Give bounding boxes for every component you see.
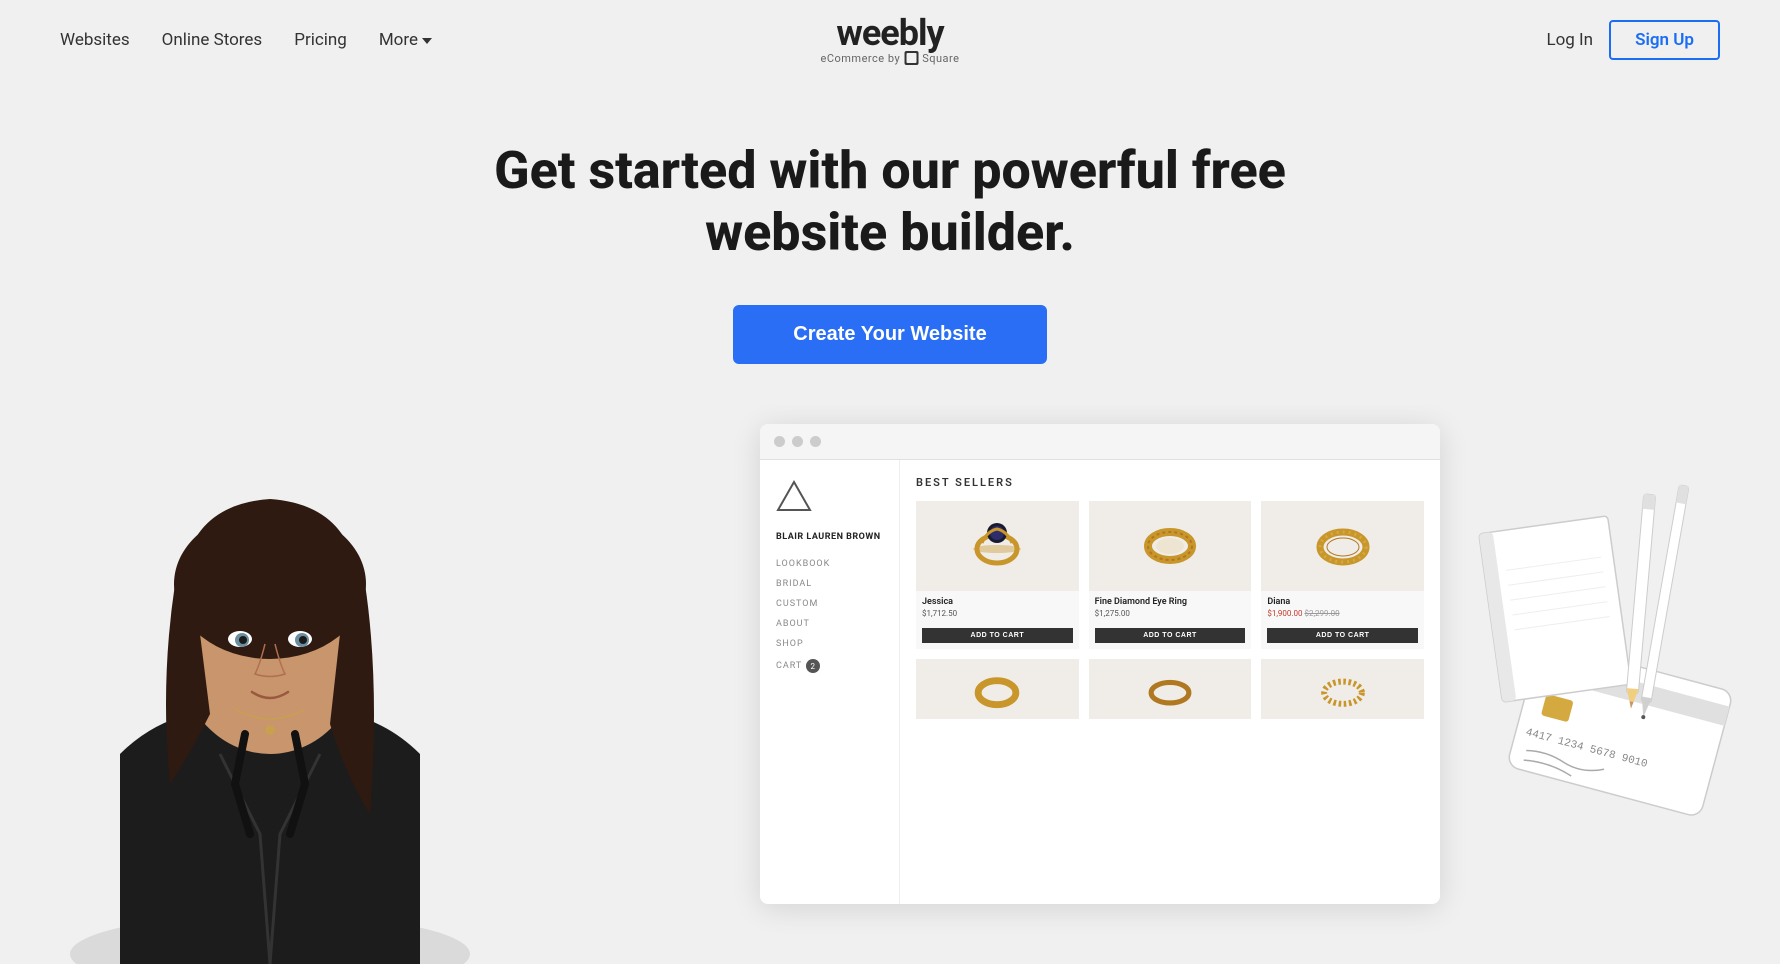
browser-mockup: BLAIR LAUREN BROWN LOOKBOOK BRIDAL CUSTO… [760,424,1440,904]
ring-band-svg [1135,511,1205,581]
store-sidebar: BLAIR LAUREN BROWN LOOKBOOK BRIDAL CUSTO… [760,460,900,904]
logo-text: weebly [821,15,960,51]
ring-row2-2-svg [1140,667,1200,710]
product-info-diana: Diana $1,900.00 $2,299.00 ADD TO CART [1261,591,1424,649]
product-image-row2-1 [916,659,1079,719]
person-svg [60,434,480,964]
nav-pricing[interactable]: Pricing [294,30,347,50]
menu-lookbook: LOOKBOOK [776,559,883,569]
product-card-row2-2 [1089,659,1252,719]
store-logo [776,480,883,516]
store-brand: BLAIR LAUREN BROWN [776,532,883,544]
product-info-fine-diamond: Fine Diamond Eye Ring $1,275.00 ADD TO C… [1089,591,1252,649]
ring-row2-3-svg [1313,667,1373,710]
product-card-fine-diamond: Fine Diamond Eye Ring $1,275.00 ADD TO C… [1089,501,1252,649]
content-area: BLAIR LAUREN BROWN LOOKBOOK BRIDAL CUSTO… [0,404,1780,964]
menu-custom: CUSTOM [776,599,883,609]
ring-diamond-band-svg [1308,511,1378,581]
products-row2 [916,659,1424,719]
nav-links: Websites Online Stores Pricing More [60,30,432,50]
person-illustration [60,434,480,964]
store-menu: LOOKBOOK BRIDAL CUSTOM ABOUT SHOP CART 2 [776,559,883,673]
browser-dot-green [810,436,821,447]
nav-auth: Log In Sign Up [1546,20,1720,60]
nav-online-stores[interactable]: Online Stores [162,30,263,50]
product-info-jessica: Jessica $1,712.50 ADD TO CART [916,591,1079,649]
deco-illustration: 4417 1234 5678 9010 [1460,484,1740,904]
square-icon [904,51,918,65]
add-to-cart-fine-diamond[interactable]: ADD TO CART [1095,628,1246,643]
chevron-down-icon [422,38,432,44]
menu-about: ABOUT [776,619,883,629]
product-price-jessica: $1,712.50 [922,609,1073,618]
store-section-title: BEST SELLERS [916,476,1424,489]
product-name-diana: Diana [1267,597,1418,607]
add-to-cart-jessica[interactable]: ADD TO CART [922,628,1073,643]
login-link[interactable]: Log In [1546,30,1593,50]
product-card-jessica: Jessica $1,712.50 ADD TO CART [916,501,1079,649]
menu-bridal: BRIDAL [776,579,883,589]
nav-more[interactable]: More [379,30,432,50]
nav-websites[interactable]: Websites [60,30,130,50]
ring-ornate-svg [962,511,1032,581]
product-price-diana: $1,900.00 $2,299.00 [1267,609,1418,618]
navbar: Websites Online Stores Pricing More weeb… [0,0,1780,80]
hero-headline: Get started with our powerful free websi… [490,140,1290,265]
product-image-row2-3 [1261,659,1424,719]
browser-dot-yellow [792,436,803,447]
product-name-fine-diamond: Fine Diamond Eye Ring [1095,597,1246,607]
signup-button[interactable]: Sign Up [1609,20,1720,60]
browser-bar [760,424,1440,460]
ring-row2-1-svg [967,667,1027,710]
menu-cart: CART 2 [776,659,883,673]
hero-section: Get started with our powerful free websi… [0,80,1780,404]
store-content: BEST SELLERS [900,460,1440,904]
product-image-row2-2 [1089,659,1252,719]
product-price-fine-diamond: $1,275.00 [1095,609,1246,618]
logo-subtitle: eCommerce by Square [821,51,960,65]
product-card-diana: Diana $1,900.00 $2,299.00 ADD TO CART [1261,501,1424,649]
browser-dot-red [774,436,785,447]
product-image-fine-diamond [1089,501,1252,591]
create-website-button[interactable]: Create Your Website [733,305,1046,364]
product-image-jessica [916,501,1079,591]
product-image-diana [1261,501,1424,591]
add-to-cart-diana[interactable]: ADD TO CART [1267,628,1418,643]
product-card-row2-1 [916,659,1079,719]
product-name-jessica: Jessica [922,597,1073,607]
products-grid: Jessica $1,712.50 ADD TO CART [916,501,1424,649]
product-card-row2-3 [1261,659,1424,719]
menu-shop: SHOP [776,639,883,649]
logo[interactable]: weebly eCommerce by Square [821,15,960,65]
triangle-icon [776,480,812,512]
deco-svg: 4417 1234 5678 9010 [1460,484,1740,904]
browser-content: BLAIR LAUREN BROWN LOOKBOOK BRIDAL CUSTO… [760,460,1440,904]
